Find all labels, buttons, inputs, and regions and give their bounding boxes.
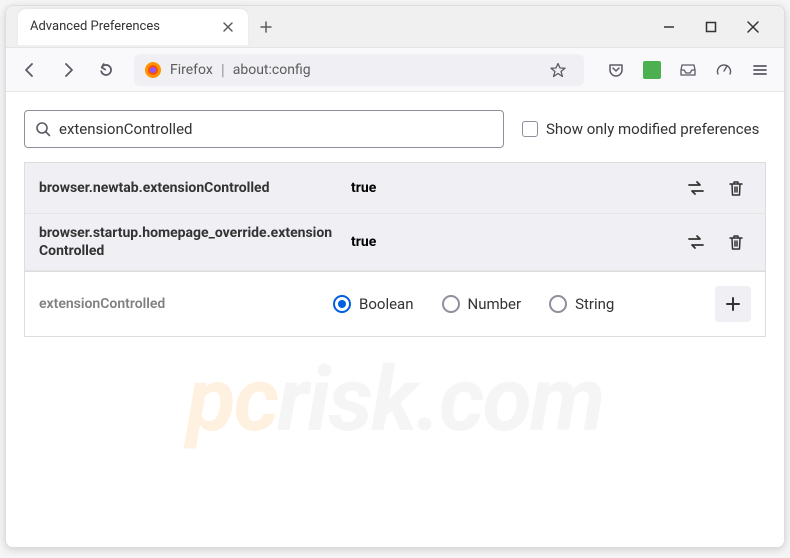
radio-button[interactable]: [333, 295, 351, 313]
toggle-button[interactable]: [681, 173, 711, 203]
radio-string[interactable]: String: [549, 295, 614, 313]
show-modified-label: Show only modified preferences: [546, 120, 759, 138]
radio-button[interactable]: [442, 295, 460, 313]
add-preference-button[interactable]: [715, 286, 751, 322]
urlbar-identity-label: Firefox: [170, 62, 213, 78]
address-bar[interactable]: Firefox | about:config: [134, 54, 584, 86]
preference-value: true: [351, 180, 669, 196]
close-tab-icon[interactable]: [220, 19, 236, 35]
maximize-icon[interactable]: [702, 18, 720, 36]
radio-boolean[interactable]: Boolean: [333, 295, 414, 313]
preference-actions: [681, 173, 751, 203]
preference-row: browser.newtab.extensionControlled true: [25, 163, 765, 214]
tab-strip: Advanced Preferences: [10, 9, 280, 45]
minimize-icon[interactable]: [660, 18, 678, 36]
preference-row: browser.startup.homepage_override.extens…: [25, 214, 765, 271]
delete-button[interactable]: [721, 173, 751, 203]
forward-button[interactable]: [52, 54, 84, 86]
search-row: Show only modified preferences: [24, 110, 766, 148]
preference-value: true: [351, 234, 669, 250]
radio-label: Number: [468, 295, 522, 313]
urlbar-divider: |: [221, 60, 225, 79]
page-content: pcrisk.com Show only modified preference…: [6, 92, 784, 547]
bookmark-star-icon[interactable]: [542, 54, 574, 86]
toggle-button[interactable]: [681, 227, 711, 257]
extension-icon[interactable]: [636, 54, 668, 86]
navigation-toolbar: Firefox | about:config: [6, 48, 784, 92]
pocket-icon[interactable]: [600, 54, 632, 86]
search-icon: [35, 121, 51, 137]
show-modified-checkbox-group[interactable]: Show only modified preferences: [522, 120, 759, 138]
preference-name: browser.startup.homepage_override.extens…: [39, 224, 339, 260]
browser-window: Advanced Preferences: [5, 5, 785, 548]
back-button[interactable]: [14, 54, 46, 86]
reload-button[interactable]: [90, 54, 122, 86]
firefox-logo-icon: [144, 61, 162, 79]
preference-name: browser.newtab.extensionControlled: [39, 179, 339, 197]
delete-button[interactable]: [721, 227, 751, 257]
tab-title: Advanced Preferences: [30, 19, 210, 34]
browser-tab[interactable]: Advanced Preferences: [18, 9, 248, 45]
preference-search-input[interactable]: [59, 120, 493, 138]
close-window-icon[interactable]: [744, 18, 762, 36]
radio-label: Boolean: [359, 295, 414, 313]
radio-button[interactable]: [549, 295, 567, 313]
radio-number[interactable]: Number: [442, 295, 522, 313]
preference-actions: [681, 227, 751, 257]
create-preference-name: extensionControlled: [39, 296, 319, 312]
preference-search-box[interactable]: [24, 110, 504, 148]
show-modified-checkbox[interactable]: [522, 121, 538, 137]
create-preference-row: extensionControlled Boolean Number Strin…: [24, 272, 766, 337]
new-tab-button[interactable]: [252, 13, 280, 41]
preference-list: browser.newtab.extensionControlled true …: [24, 162, 766, 272]
speedometer-icon[interactable]: [708, 54, 740, 86]
titlebar: Advanced Preferences: [6, 6, 784, 48]
type-options: Boolean Number String: [333, 295, 701, 313]
urlbar-url: about:config: [233, 62, 311, 78]
toolbar-actions: [596, 54, 776, 86]
menu-icon[interactable]: [744, 54, 776, 86]
window-controls: [660, 18, 780, 36]
inbox-icon[interactable]: [672, 54, 704, 86]
radio-label: String: [575, 295, 614, 313]
